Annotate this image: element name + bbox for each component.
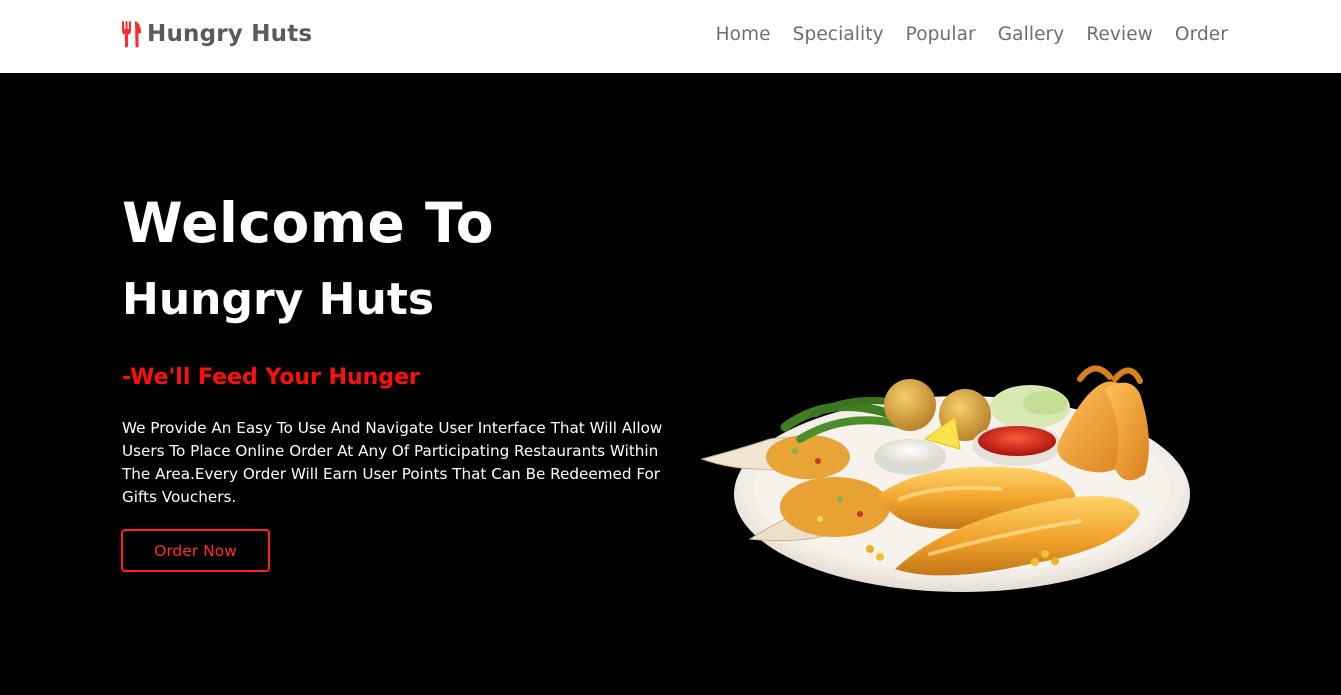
nav-link-popular[interactable]: Popular bbox=[906, 24, 976, 45]
nav-link-speciality[interactable]: Speciality bbox=[793, 24, 884, 45]
nav-link-home[interactable]: Home bbox=[716, 24, 771, 45]
hero-section: Welcome To Hungry Huts -We'll Feed Your … bbox=[0, 73, 1341, 695]
hero-tagline: -We'll Feed Your Hunger bbox=[122, 365, 420, 390]
nav-menu: Home Speciality Popular Gallery Review O… bbox=[694, 24, 1228, 45]
fried-seafood-platter-image bbox=[700, 299, 1200, 599]
hero-description: We Provide An Easy To Use And Navigate U… bbox=[122, 419, 663, 506]
hero-title-line-1: Welcome To bbox=[122, 191, 495, 255]
nav-link-gallery[interactable]: Gallery bbox=[998, 24, 1065, 45]
utensils-icon bbox=[120, 19, 144, 49]
brand-logo[interactable]: Hungry Huts bbox=[120, 19, 312, 49]
order-now-button[interactable]: Order Now bbox=[121, 529, 270, 572]
nav-link-order[interactable]: Order bbox=[1175, 24, 1228, 45]
nav-link-review[interactable]: Review bbox=[1086, 24, 1153, 45]
navbar: Hungry Huts Home Speciality Popular Gall… bbox=[0, 0, 1341, 73]
brand-name: Hungry Huts bbox=[147, 21, 313, 47]
hero-title-line-2: Hungry Huts bbox=[122, 274, 435, 325]
